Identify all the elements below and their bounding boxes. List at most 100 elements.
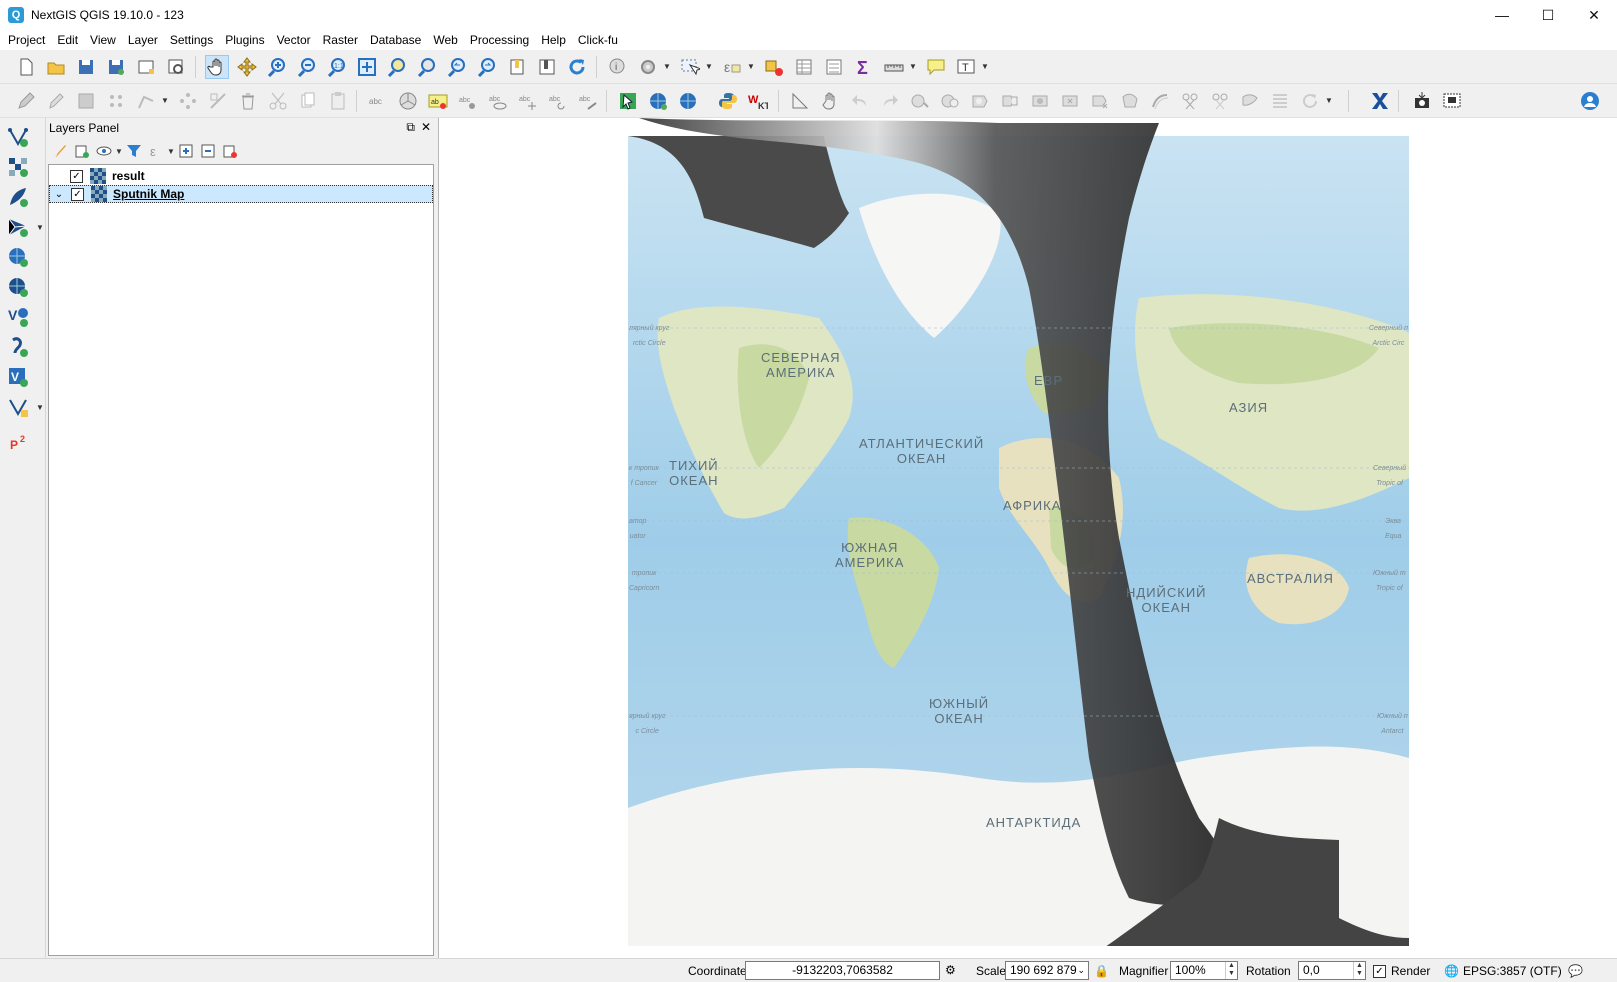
merge-selected-button[interactable] — [1238, 89, 1262, 113]
save-project-button[interactable] — [74, 55, 98, 79]
pin-labels-button[interactable]: abc — [456, 89, 480, 113]
vertex-tool-button[interactable] — [176, 89, 200, 113]
menu-edit[interactable]: Edit — [51, 30, 84, 50]
rotate-label-button[interactable]: abc — [546, 89, 570, 113]
rotate-feature-button[interactable] — [908, 89, 932, 113]
magnifier-spinner[interactable]: ▲ ▼ — [1225, 962, 1237, 979]
split-features-button[interactable] — [1178, 89, 1202, 113]
redo-button[interactable] — [878, 89, 902, 113]
menu-database[interactable]: Database — [364, 30, 427, 50]
menu-plugins[interactable]: Plugins — [219, 30, 270, 50]
close-icon[interactable]: ✕ — [421, 120, 431, 135]
add-raster-layer-button[interactable] — [5, 154, 31, 180]
layout-manager-button[interactable] — [164, 55, 188, 79]
chevron-down-icon[interactable]: ▼ — [36, 403, 44, 412]
user-account-button[interactable] — [1578, 89, 1602, 113]
zoom-full-button[interactable] — [355, 55, 379, 79]
lock-scale-icon[interactable]: 🔒 — [1094, 963, 1109, 979]
menu-click-fu[interactable]: Click-fu — [572, 30, 624, 50]
change-label-button[interactable]: abc — [576, 89, 600, 113]
menu-processing[interactable]: Processing — [464, 30, 535, 50]
new-print-layout-button[interactable] — [134, 55, 158, 79]
python-console-button[interactable] — [716, 89, 740, 113]
chevron-down-icon[interactable]: ▼ — [167, 147, 175, 156]
highlight-pinned-labels-button[interactable]: ab — [426, 89, 450, 113]
close-button[interactable]: ✕ — [1571, 0, 1617, 30]
reshape-features-button[interactable] — [1118, 89, 1142, 113]
layer-labeling-button[interactable]: abc — [366, 89, 390, 113]
expand-all-button[interactable] — [177, 142, 195, 160]
minimize-button[interactable]: — — [1479, 0, 1525, 30]
chevron-down-icon[interactable]: ▼ — [1325, 96, 1333, 105]
crs-button[interactable]: EPSG:3857 (OTF) — [1463, 963, 1562, 979]
save-as-button[interactable] — [104, 55, 128, 79]
layer-diagram-button[interactable] — [396, 89, 420, 113]
chevron-down-icon[interactable]: ▼ — [981, 62, 989, 71]
offset-curve-button[interactable] — [1148, 89, 1172, 113]
simplify-feature-button[interactable] — [938, 89, 962, 113]
split-parts-button[interactable] — [1208, 89, 1232, 113]
magnifier-field[interactable]: 100% ▲ ▼ — [1170, 961, 1238, 980]
deselect-all-button[interactable] — [762, 55, 786, 79]
pan-to-selection-button[interactable] — [235, 55, 259, 79]
rotate-symbols-button[interactable] — [1298, 89, 1322, 113]
text-annotation-button[interactable]: T — [954, 55, 978, 79]
copy-features-button[interactable] — [296, 89, 320, 113]
refresh-button[interactable] — [565, 55, 589, 79]
open-project-button[interactable] — [44, 55, 68, 79]
add-wfs-layer-button[interactable] — [676, 89, 700, 113]
cut-features-button[interactable] — [266, 89, 290, 113]
add-wcs-layer-button[interactable] — [5, 274, 31, 300]
p2-plugin-button[interactable]: P2 — [5, 430, 31, 456]
layer-visibility-checkbox[interactable]: ✓ — [70, 169, 83, 183]
undock-icon[interactable]: ⧉ — [406, 120, 415, 135]
open-layer-styling-button[interactable] — [51, 142, 69, 160]
add-line-button[interactable] — [134, 89, 158, 113]
menu-settings[interactable]: Settings — [164, 30, 219, 50]
menu-layer[interactable]: Layer — [122, 30, 164, 50]
run-feature-action-button[interactable] — [636, 55, 660, 79]
toggle-editing-button[interactable] — [44, 89, 68, 113]
delete-selected-button[interactable] — [236, 89, 260, 113]
zoom-in-button[interactable] — [265, 55, 289, 79]
fill-ring-button[interactable] — [1028, 89, 1052, 113]
menu-vector[interactable]: Vector — [271, 30, 317, 50]
save-layer-edits-button[interactable] — [74, 89, 98, 113]
rotation-field[interactable]: 0,0 ▲ ▼ — [1298, 961, 1366, 980]
menu-project[interactable]: Project — [2, 30, 51, 50]
add-virtual-layer-button[interactable]: V — [5, 364, 31, 390]
screenshot-button[interactable] — [1410, 89, 1434, 113]
chevron-down-icon[interactable]: ▼ — [115, 147, 123, 156]
statistical-summary-button[interactable]: Σ — [852, 55, 876, 79]
x-tool-button[interactable] — [1368, 89, 1392, 113]
map-canvas[interactable]: СЕВЕРНАЯ АМЕРИКА ТИХИЙ ОКЕАН АТЛАНТИЧЕСКИЙ… — [438, 118, 1617, 958]
show-bookmarks-button[interactable] — [535, 55, 559, 79]
chevron-down-icon[interactable]: ▼ — [909, 62, 917, 71]
select-by-location-button[interactable] — [616, 89, 640, 113]
quickwkt-button[interactable]: W KT — [746, 89, 770, 113]
messages-icon[interactable]: 💬 — [1568, 963, 1583, 979]
chevron-down-icon[interactable]: ⌄ — [50, 189, 68, 200]
zoom-out-button[interactable] — [295, 55, 319, 79]
zoom-native-button[interactable]: 1:1 — [325, 55, 349, 79]
map-tips-button[interactable] — [924, 55, 948, 79]
zoom-last-button[interactable] — [445, 55, 469, 79]
delete-part-button[interactable] — [1088, 89, 1112, 113]
zoom-next-button[interactable] — [475, 55, 499, 79]
coordinate-field[interactable]: -9132203,7063582 — [745, 961, 940, 980]
toggle-extents-icon[interactable]: ⚙ — [945, 962, 956, 978]
add-delimited-text-button[interactable] — [5, 334, 31, 360]
select-features-button[interactable] — [678, 55, 702, 79]
remove-layer-button[interactable] — [221, 142, 239, 160]
delete-ring-button[interactable] — [1058, 89, 1082, 113]
chevron-down-icon[interactable]: ⌄ — [1077, 962, 1085, 979]
zoom-selection-button[interactable] — [385, 55, 409, 79]
menu-help[interactable]: Help — [535, 30, 572, 50]
chevron-down-icon[interactable]: ▼ — [161, 96, 169, 105]
filter-by-expression-button[interactable]: ε — [147, 142, 165, 160]
undo-button[interactable] — [848, 89, 872, 113]
pan-map-button[interactable] — [205, 55, 229, 79]
select-by-expression-button[interactable]: ε — [720, 55, 744, 79]
menu-web[interactable]: Web — [427, 30, 463, 50]
add-point-button[interactable] — [104, 89, 128, 113]
